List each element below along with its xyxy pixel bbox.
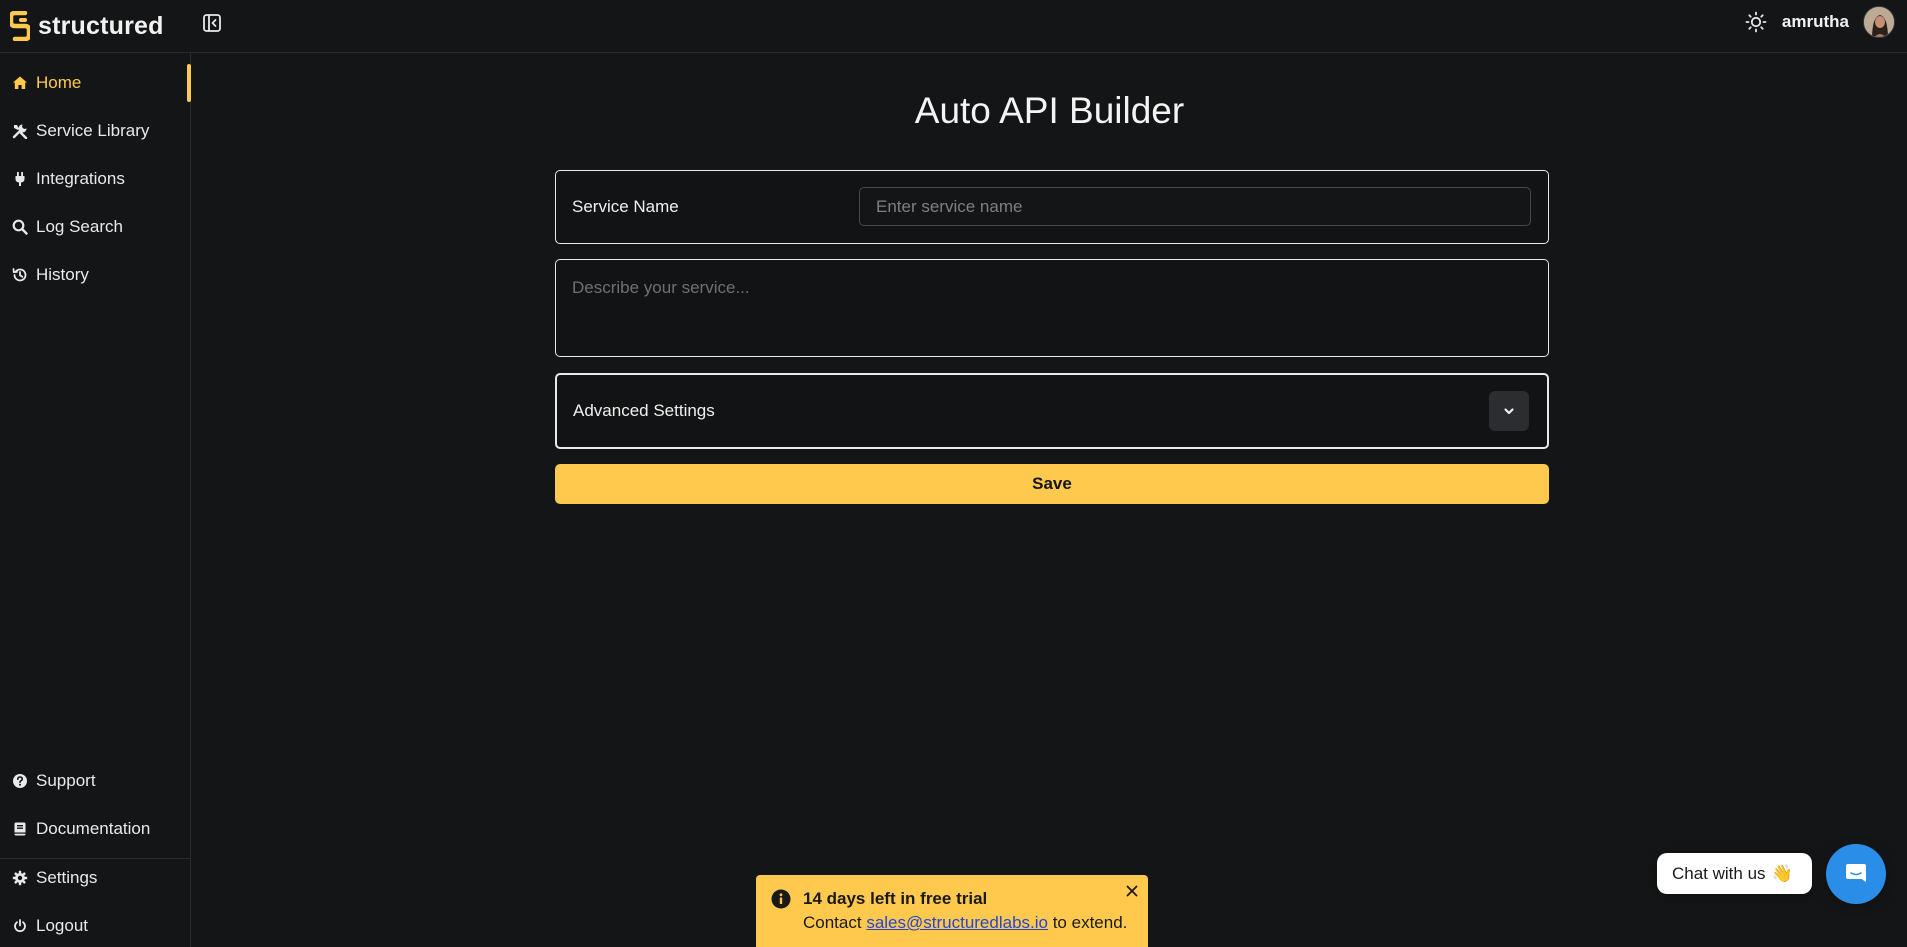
save-button[interactable]: Save — [555, 464, 1549, 504]
chat-launcher-button[interactable] — [1826, 844, 1886, 904]
trial-body: Contact sales@structuredlabs.io to exten… — [803, 913, 1127, 933]
sidebar-item-label: Documentation — [36, 819, 151, 838]
collapse-sidebar-button[interactable] — [200, 11, 224, 35]
advanced-settings-toggle[interactable] — [1489, 391, 1529, 431]
username[interactable]: amrutha — [1782, 12, 1849, 32]
sidebar-item-support[interactable]: Support — [0, 761, 191, 801]
sidebar-item-settings[interactable]: Settings — [0, 858, 191, 898]
search-icon — [12, 219, 28, 235]
sidebar-item-home[interactable]: Home — [0, 63, 191, 103]
sidebar-item-service-library[interactable]: Service Library — [0, 111, 191, 151]
trial-body-prefix: Contact — [803, 913, 867, 932]
power-icon — [14, 919, 26, 933]
chat-label: Chat with us — [1672, 863, 1766, 883]
sidebar-item-documentation[interactable]: Documentation — [0, 809, 191, 849]
logo[interactable]: structured — [10, 8, 164, 44]
close-trial-button[interactable] — [1124, 883, 1140, 899]
close-icon — [1126, 885, 1138, 897]
sidebar-item-log-search[interactable]: Log Search — [0, 207, 191, 247]
sidebar-item-label: Log Search — [36, 217, 123, 236]
trial-body-suffix: to extend. — [1047, 913, 1128, 932]
service-name-input[interactable] — [859, 187, 1531, 226]
trial-title: 14 days left in free trial — [803, 889, 988, 908]
sales-email-link[interactable]: sales@structuredlabs.io — [866, 913, 1048, 932]
home-icon — [13, 76, 27, 89]
service-name-card: Service Name — [555, 170, 1549, 244]
wave-emoji-icon: 👋 — [1771, 863, 1793, 883]
user-area: amrutha — [1744, 0, 1907, 44]
service-description-card — [555, 259, 1549, 357]
theme-toggle-button[interactable] — [1744, 10, 1768, 34]
trial-banner: 14 days left in free trial Contact sales… — [756, 875, 1148, 947]
user-avatar-icon — [1864, 7, 1894, 37]
chat-bubble-icon — [1846, 864, 1866, 882]
service-name-label: Service Name — [572, 197, 679, 216]
top-bar: structured amrutha — [0, 0, 1907, 53]
chevron-down-icon — [1504, 408, 1514, 415]
sidebar-item-label: Service Library — [36, 121, 150, 140]
sidebar-item-label: Settings — [36, 868, 98, 887]
page-title: Auto API Builder — [914, 90, 1185, 131]
logo-text: structured — [38, 11, 164, 40]
sidebar: Home Service Library Integrations Log Se… — [0, 53, 191, 947]
sidebar-item-label: Integrations — [36, 169, 125, 188]
sidebar-item-label: Support — [36, 771, 96, 790]
service-description-textarea[interactable] — [556, 260, 1548, 356]
sidebar-item-label: Home — [36, 73, 82, 92]
structured-logo-icon — [10, 11, 30, 41]
sidebar-collapse-icon — [203, 14, 221, 32]
book-icon — [14, 822, 26, 836]
sidebar-item-logout[interactable]: Logout — [0, 906, 191, 946]
main-content: Auto API Builder Service Name Advanced S… — [192, 54, 1907, 947]
sun-icon — [1745, 11, 1767, 33]
sidebar-item-label: Logout — [36, 916, 88, 935]
advanced-settings-label: Advanced Settings — [573, 401, 715, 420]
info-icon — [771, 889, 791, 909]
sidebar-item-label: History — [36, 265, 89, 284]
sidebar-item-history[interactable]: History — [0, 255, 191, 295]
plug-icon — [15, 172, 25, 186]
sidebar-item-integrations[interactable]: Integrations — [0, 159, 191, 199]
avatar[interactable] — [1863, 6, 1895, 38]
advanced-settings-card[interactable]: Advanced Settings — [555, 373, 1549, 449]
gear-icon — [12, 870, 28, 886]
history-icon — [12, 268, 27, 282]
help-circle-icon — [13, 774, 27, 788]
tools-icon — [12, 124, 28, 139]
chat-with-us-button[interactable]: Chat with us 👋 — [1657, 853, 1812, 894]
